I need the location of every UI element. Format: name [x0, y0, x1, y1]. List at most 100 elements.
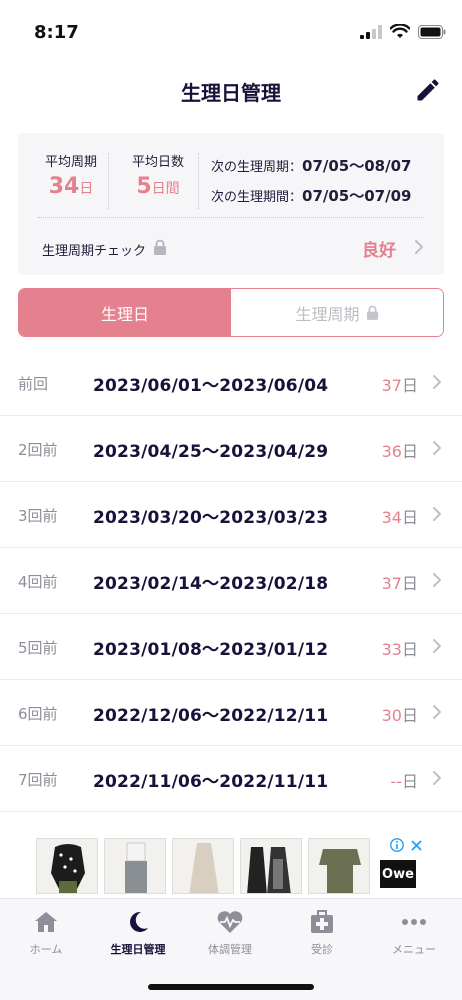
- period-record-row[interactable]: 5回前 2023/01/08〜2023/01/12 33日: [0, 614, 462, 680]
- record-days-unit: 日: [401, 772, 418, 791]
- tab-period-days-label: 生理日: [100, 304, 149, 324]
- edit-button[interactable]: [414, 76, 442, 104]
- cycle-check-label: 生理周期チェック: [42, 244, 147, 259]
- tab-period-cycle-label: 生理周期: [295, 304, 360, 324]
- pencil-icon: [417, 79, 439, 101]
- avg-days: 平均日数 5日間: [122, 151, 194, 199]
- chevron-right-icon: [433, 507, 441, 521]
- avg-cycle-label: 平均周期: [44, 155, 97, 170]
- chevron-right-icon: [433, 573, 441, 587]
- period-record-row[interactable]: 前回 2023/06/01〜2023/06/04 37日: [0, 350, 462, 416]
- avg-cycle: 平均周期 34日: [36, 151, 106, 199]
- record-cycle-days: 33日: [382, 636, 418, 660]
- record-label: 7回前: [18, 771, 58, 789]
- period-record-row[interactable]: 4回前 2023/02/14〜2023/02/18 37日: [0, 548, 462, 614]
- header: 生理日管理: [0, 60, 462, 120]
- record-cycle-days: 34日: [382, 504, 418, 528]
- next-cycle: 次の生理周期：07/05〜08/07: [211, 155, 411, 176]
- chevron-right-icon: [433, 639, 441, 653]
- status-time: 8:17: [34, 22, 79, 43]
- tabbar-label: メニュー: [392, 943, 436, 956]
- record-days-unit: 日: [401, 574, 418, 593]
- record-cycle-days: 37日: [382, 570, 418, 594]
- avg-days-value: 5日間: [122, 174, 194, 199]
- record-date-range: 2023/02/14〜2023/02/18: [93, 574, 329, 594]
- record-date-range: 2022/11/06〜2022/11/11: [93, 772, 329, 792]
- page-title: 生理日管理: [181, 81, 281, 105]
- chevron-right-icon: [433, 375, 441, 389]
- chevron-right-icon: [415, 240, 423, 254]
- record-days-unit: 日: [401, 706, 418, 725]
- record-date-range: 2022/12/06〜2022/12/11: [93, 706, 329, 726]
- segmented-tabs: 生理日 生理周期: [18, 288, 444, 337]
- record-days-number: 37: [381, 376, 402, 395]
- ad-brand-logo: Owe: [380, 860, 416, 888]
- record-days-number: 30: [381, 706, 402, 725]
- period-record-row[interactable]: 7回前 2022/11/06〜2022/11/11 --日: [0, 746, 462, 812]
- tabbar-label: 受診: [311, 943, 333, 956]
- signal-icon: [360, 24, 382, 39]
- record-label: 3回前: [18, 507, 58, 525]
- chevron-right-icon: [433, 771, 441, 785]
- heart-pulse-icon: [217, 911, 243, 933]
- record-label: 2回前: [18, 441, 58, 459]
- tabbar-item-menu[interactable]: メニュー: [368, 909, 460, 957]
- tabbar-item-period[interactable]: 生理日管理: [92, 909, 184, 957]
- home-indicator: [148, 984, 314, 990]
- record-cycle-days: 37日: [382, 372, 418, 396]
- cycle-check-value: 良好: [362, 241, 396, 261]
- avg-days-label: 平均日数: [131, 155, 184, 170]
- tabbar-item-visit[interactable]: 受診: [276, 909, 368, 957]
- wifi-icon: [390, 24, 410, 38]
- record-label: 6回前: [18, 705, 58, 723]
- tabbar-item-health[interactable]: 体調管理: [184, 909, 276, 957]
- tab-period-days[interactable]: 生理日: [19, 289, 231, 336]
- record-cycle-days: 30日: [382, 702, 418, 726]
- record-date-range: 2023/03/20〜2023/03/23: [93, 508, 329, 528]
- record-days-number: 37: [381, 574, 402, 593]
- cycle-check-row[interactable]: 生理周期チェック 良好: [18, 217, 444, 275]
- period-record-row[interactable]: 6回前 2022/12/06〜2022/12/11 30日: [0, 680, 462, 746]
- info-icon[interactable]: [390, 838, 404, 852]
- record-days-number: --: [390, 772, 402, 791]
- ad-product-image: [172, 838, 234, 894]
- period-record-row[interactable]: 3回前 2023/03/20〜2023/03/23 34日: [0, 482, 462, 548]
- record-days-unit: 日: [401, 508, 418, 527]
- ad-product-image: [104, 838, 166, 894]
- tabbar-item-home[interactable]: ホーム: [0, 909, 92, 957]
- avg-cycle-number: 34: [48, 174, 80, 199]
- ad-product-image: [36, 838, 98, 894]
- period-record-row[interactable]: 2回前 2023/04/25〜2023/04/29 36日: [0, 416, 462, 482]
- tabbar-label: 体調管理: [208, 943, 252, 956]
- tabbar-label: ホーム: [29, 943, 63, 956]
- record-days-unit: 日: [401, 376, 418, 395]
- ad-banner[interactable]: Owe: [36, 838, 428, 896]
- status-icons: [360, 24, 446, 39]
- record-days-number: 34: [381, 508, 402, 527]
- record-label: 5回前: [18, 639, 58, 657]
- lock-icon: [366, 305, 378, 320]
- record-days-unit: 日: [401, 442, 418, 461]
- record-date-range: 2023/04/25〜2023/04/29: [93, 442, 329, 462]
- next-cycle-label: 次の生理周期：: [211, 160, 303, 175]
- record-date-range: 2023/01/08〜2023/01/12: [93, 640, 329, 660]
- divider: [198, 153, 199, 209]
- tab-period-cycle[interactable]: 生理周期: [231, 289, 443, 336]
- next-period-value: 07/05〜07/09: [302, 187, 412, 205]
- chevron-right-icon: [433, 705, 441, 719]
- more-icon: [402, 919, 426, 925]
- record-label: 4回前: [18, 573, 58, 591]
- close-icon[interactable]: [410, 839, 423, 852]
- record-cycle-days: 36日: [382, 438, 418, 462]
- home-icon: [35, 912, 57, 932]
- ad-product-image: [240, 838, 302, 894]
- divider: [108, 153, 109, 209]
- record-days-number: 36: [381, 442, 402, 461]
- tabbar-label: 生理日管理: [110, 943, 166, 956]
- period-record-list: 前回 2023/06/01〜2023/06/04 37日 2回前 2023/04…: [0, 350, 462, 812]
- medical-cross-icon: [311, 910, 333, 933]
- next-period-label: 次の生理期間：: [211, 190, 303, 205]
- record-label: 前回: [18, 375, 49, 393]
- next-period: 次の生理期間：07/05〜07/09: [211, 185, 411, 206]
- chevron-right-icon: [433, 441, 441, 455]
